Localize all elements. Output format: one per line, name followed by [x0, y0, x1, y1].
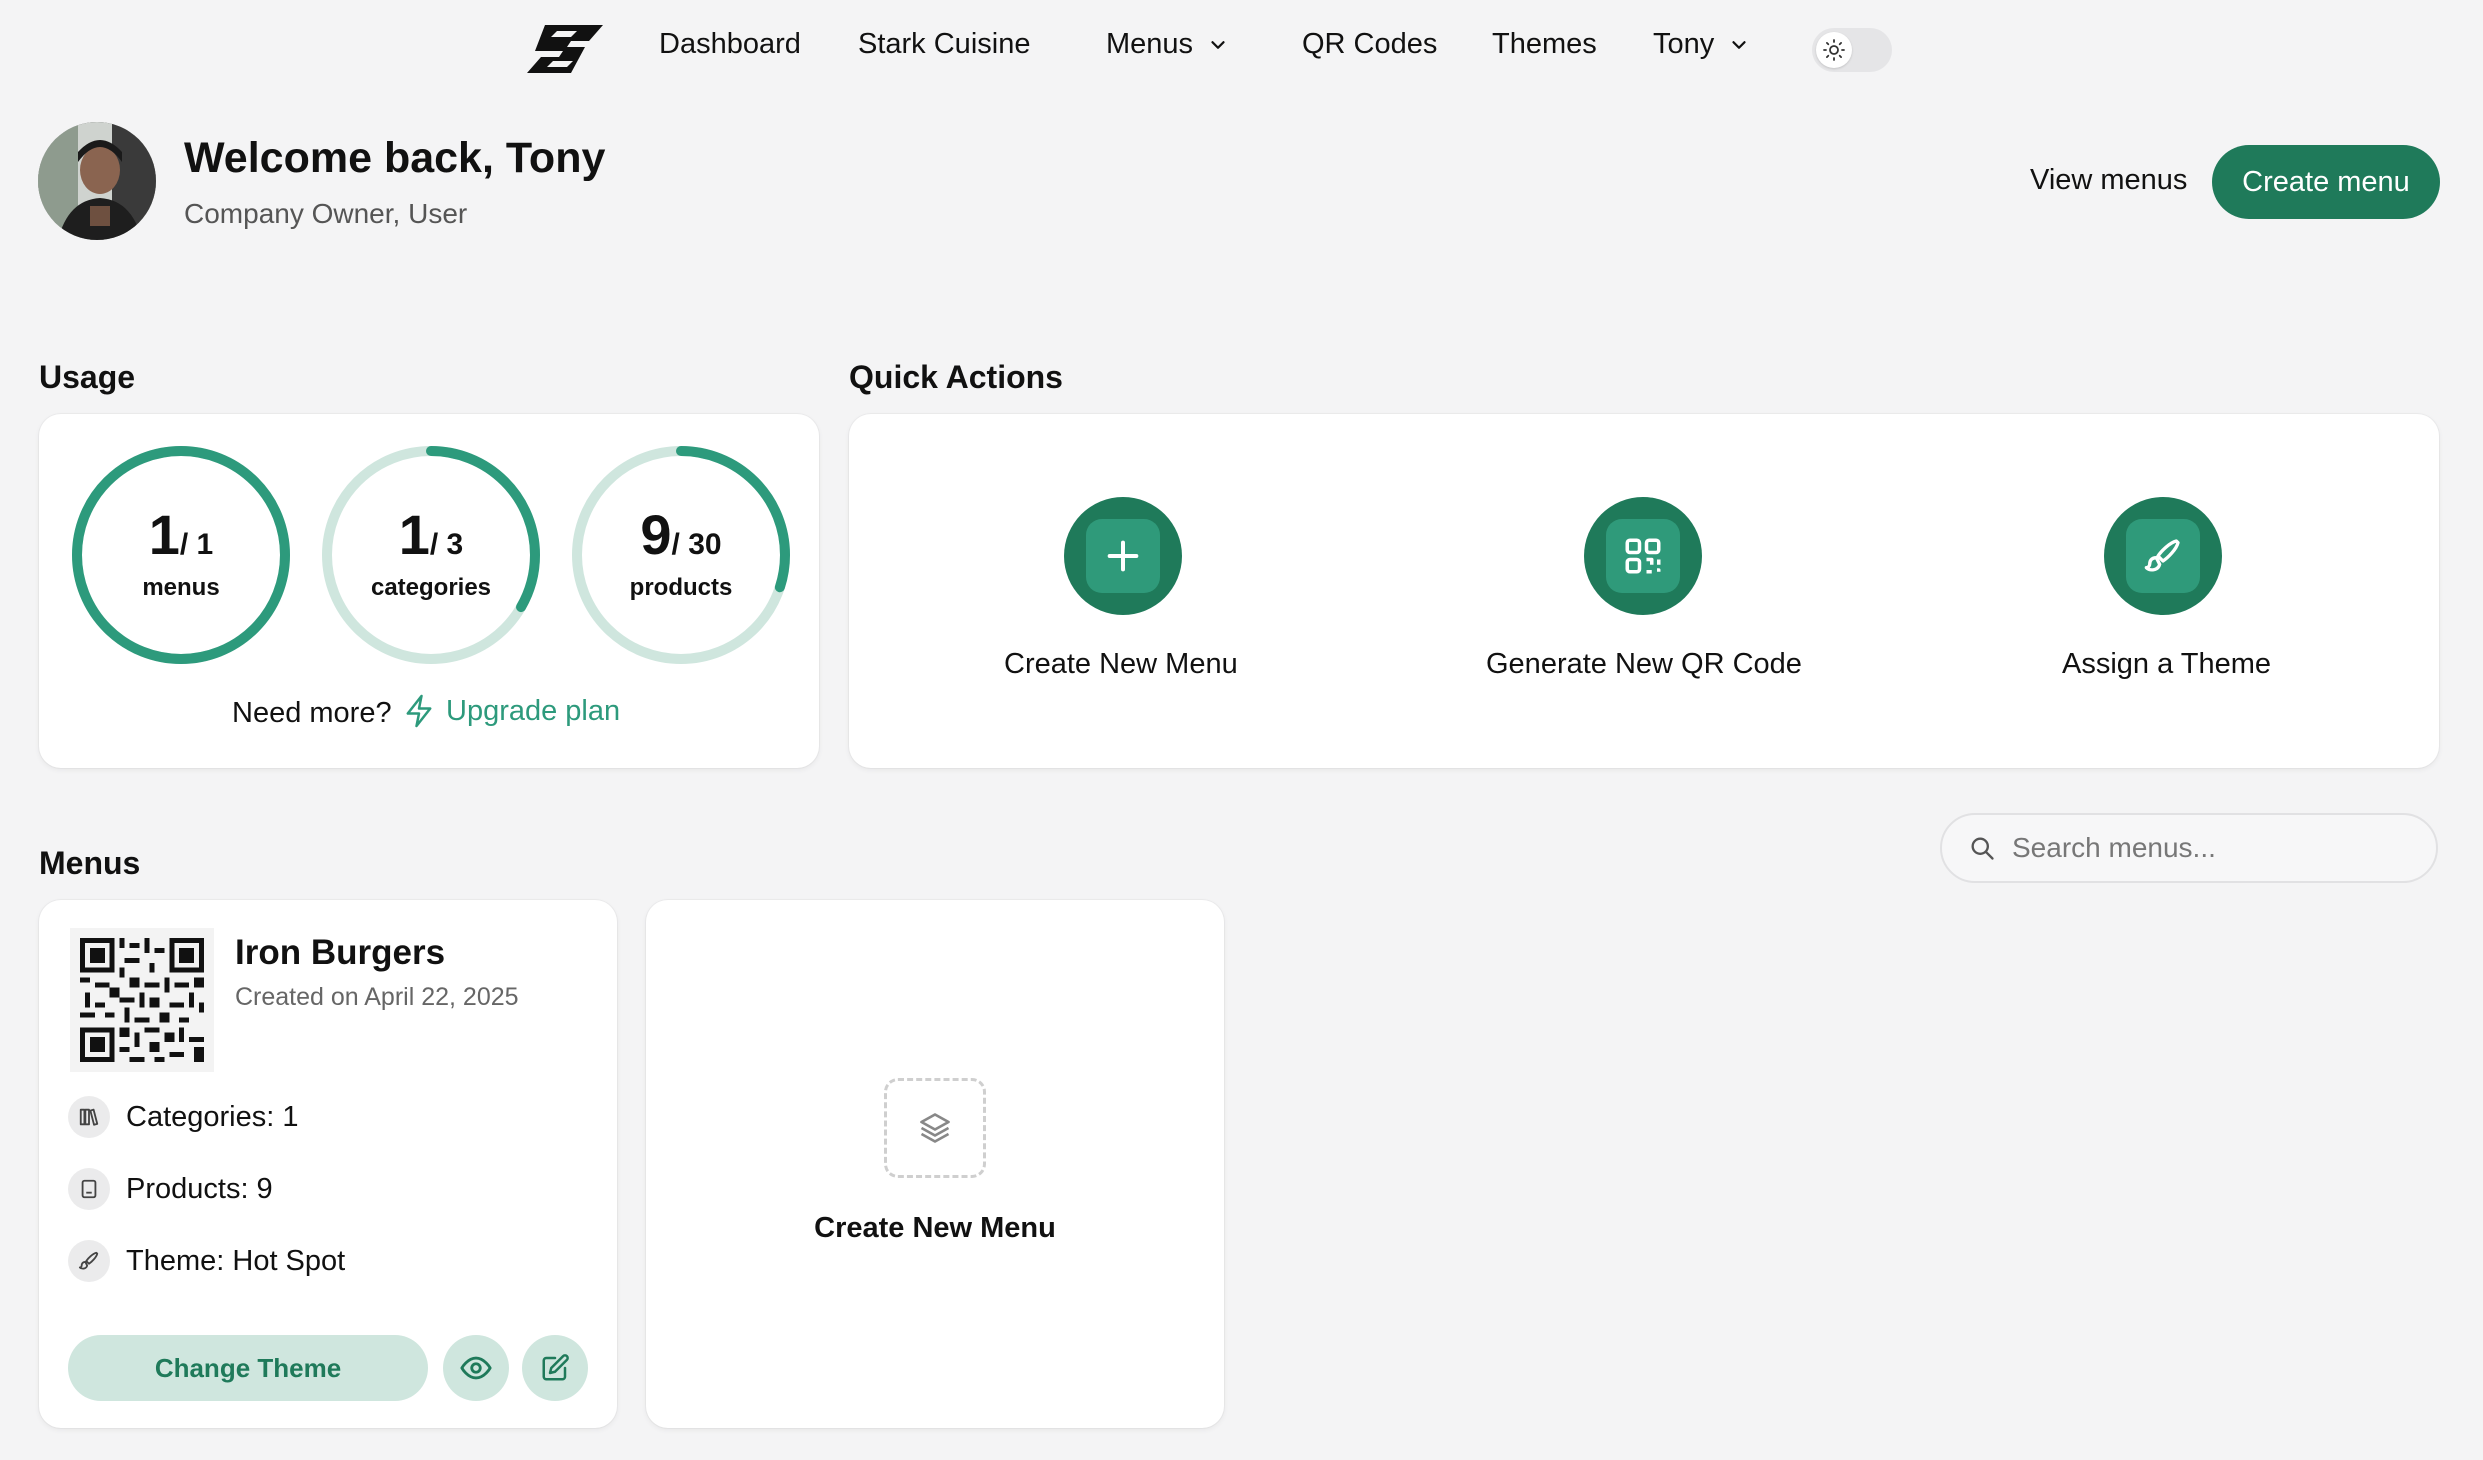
need-more-text: Need more?	[232, 697, 392, 729]
usage-limit-value: / 1	[179, 528, 214, 561]
menu-name: Iron Burgers	[235, 933, 446, 972]
usage-ring-products: 9/ 30 products	[568, 442, 794, 668]
usage-used-value: 1	[148, 503, 180, 566]
nav-menus-dropdown[interactable]: Menus	[1106, 28, 1229, 61]
nav-themes[interactable]: Themes	[1492, 28, 1597, 61]
view-menu-button[interactable]	[443, 1335, 509, 1401]
menu-created-date: Created on April 22, 2025	[235, 983, 519, 1011]
nav-user-label: Tony	[1653, 28, 1715, 60]
qr-code-icon	[1606, 519, 1680, 593]
brand-logo[interactable]	[527, 25, 603, 73]
chevron-down-icon	[1211, 40, 1225, 49]
upgrade-plan-label: Upgrade plan	[446, 694, 621, 727]
theme-toggle[interactable]	[1812, 28, 1892, 72]
view-menus-link[interactable]: View menus	[2030, 164, 2187, 197]
nav-user-dropdown[interactable]: Tony	[1653, 28, 1750, 61]
create-new-menu-label: Create New Menu	[814, 1212, 1056, 1244]
nav-company[interactable]: Stark Cuisine	[858, 28, 1030, 61]
qr-code-image[interactable]	[70, 928, 214, 1072]
nav-qr-codes-label: QR Codes	[1302, 28, 1438, 60]
nav-qr-codes[interactable]: QR Codes	[1302, 28, 1437, 61]
quick-action-label: Generate New QR Code	[1486, 648, 1802, 680]
quick-actions-heading: Quick Actions	[849, 359, 1063, 395]
usage-used-value: 1	[398, 503, 430, 566]
menu-products-count: Products: 9	[126, 1172, 273, 1205]
lightning-icon	[406, 694, 432, 728]
search-input[interactable]	[2012, 832, 2392, 864]
menu-products-row: Products: 9	[68, 1168, 273, 1210]
quick-action-label: Create New Menu	[1004, 648, 1238, 680]
library-icon	[68, 1096, 110, 1138]
top-nav: Dashboard Stark Cuisine Menus QR Codes T…	[0, 0, 2483, 100]
usage-ring-categories: 1/ 3 categories	[318, 442, 544, 668]
welcome-title: Welcome back, Tony	[184, 134, 606, 182]
sun-icon	[1816, 32, 1852, 68]
chevron-down-icon	[1732, 40, 1746, 49]
edit-menu-button[interactable]	[522, 1335, 588, 1401]
menu-categories-count: Categories: 1	[126, 1100, 299, 1133]
menu-categories-row: Categories: 1	[68, 1096, 299, 1138]
usage-used-value: 9	[640, 503, 672, 566]
nav-dashboard-label: Dashboard	[659, 28, 801, 60]
brush-icon	[68, 1240, 110, 1282]
nav-dashboard[interactable]: Dashboard	[659, 28, 801, 61]
plus-icon	[1086, 519, 1160, 593]
usage-limit-value: / 3	[429, 528, 464, 561]
usage-label: menus	[142, 574, 220, 601]
usage-label: categories	[370, 574, 492, 601]
menu-theme-name: Theme: Hot Spot	[126, 1244, 346, 1277]
create-menu-button[interactable]: Create menu	[2212, 145, 2440, 219]
usage-label: products	[629, 574, 733, 601]
change-theme-button[interactable]: Change Theme	[68, 1335, 428, 1401]
usage-ring-menus: 1/ 1 menus	[68, 442, 294, 668]
edit-icon	[542, 1354, 569, 1381]
welcome-subtitle: Company Owner, User	[184, 198, 468, 229]
usage-limit-value: / 30	[671, 528, 722, 561]
menu-theme-row: Theme: Hot Spot	[68, 1240, 345, 1282]
nav-company-label: Stark Cuisine	[858, 28, 1031, 60]
usage-heading: Usage	[39, 359, 136, 395]
document-icon	[68, 1168, 110, 1210]
avatar	[38, 122, 156, 240]
brush-icon	[2126, 519, 2200, 593]
quick-action-label: Assign a Theme	[2062, 648, 2272, 680]
search-field[interactable]	[1940, 813, 2438, 883]
search-icon	[1971, 837, 1994, 860]
layers-icon	[884, 1078, 986, 1178]
nav-menus-label: Menus	[1106, 28, 1194, 60]
nav-themes-label: Themes	[1492, 28, 1597, 60]
upgrade-plan-link[interactable]: Upgrade plan	[404, 693, 620, 729]
menus-heading: Menus	[39, 845, 141, 881]
eye-icon	[460, 1356, 492, 1380]
